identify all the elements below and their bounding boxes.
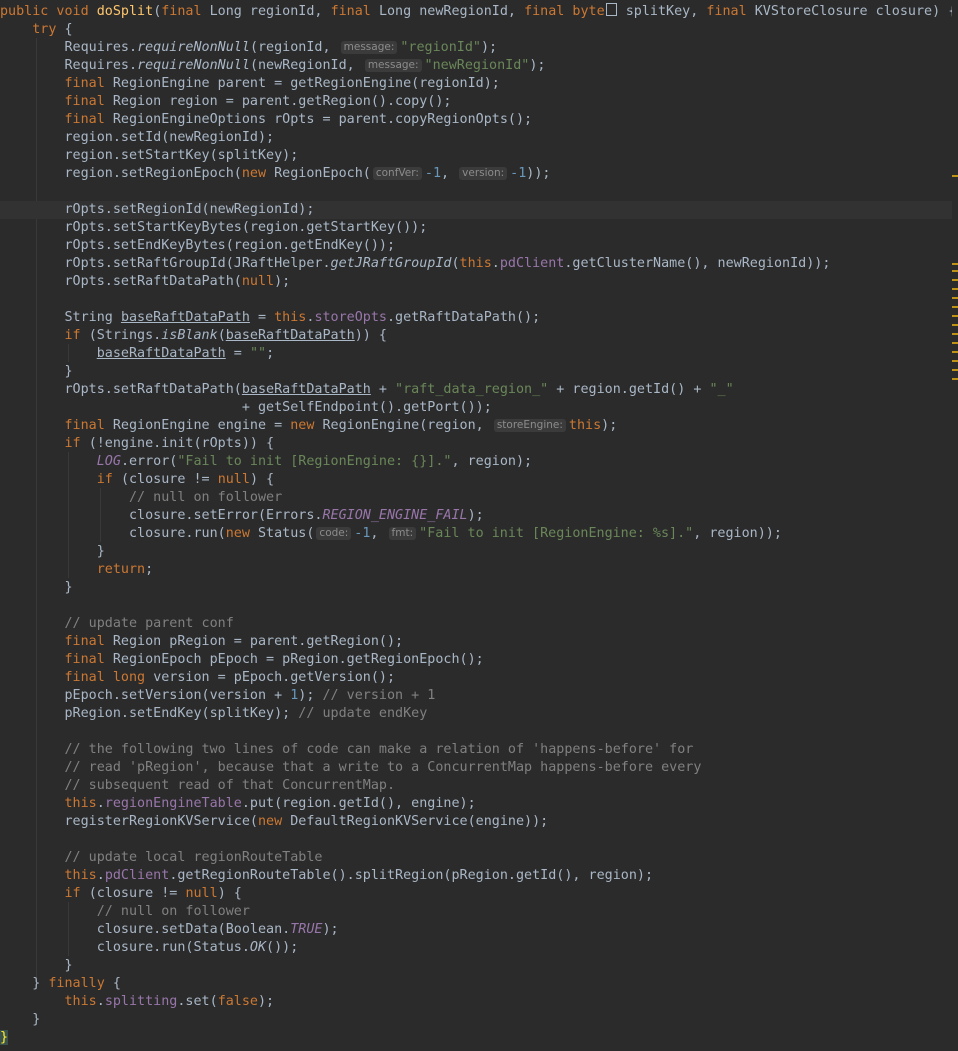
code-line[interactable]: closure.setError(Errors.REGION_ENGINE_FA…: [0, 507, 952, 525]
code-line[interactable]: + getSelfEndpoint().getPort());: [0, 399, 952, 417]
code-line[interactable]: final RegionEngine engine = new RegionEn…: [0, 417, 952, 435]
code-line[interactable]: region.setStartKey(splitKey);: [0, 147, 952, 165]
code-line[interactable]: closure.setData(Boolean.TRUE);: [0, 921, 952, 939]
parameter-hint: message:: [364, 59, 422, 72]
code-line-current[interactable]: rOpts.setRegionId(newRegionId);: [0, 201, 952, 219]
code-line[interactable]: if (closure != null) {: [0, 885, 952, 903]
code-line[interactable]: rOpts.setRaftDataPath(null);: [0, 273, 952, 291]
warning-marker[interactable]: [952, 315, 958, 317]
code-line[interactable]: // subsequent read of that ConcurrentMap…: [0, 777, 952, 795]
code-line[interactable]: pEpoch.setVersion(version + 1); // versi…: [0, 687, 952, 705]
code-line[interactable]: Requires.requireNonNull(regionId, messag…: [0, 39, 952, 57]
code-line[interactable]: this.regionEngineTable.put(region.getId(…: [0, 795, 952, 813]
parameter-hint: version:: [459, 167, 508, 180]
editor-scrollbar[interactable]: [952, 0, 958, 1051]
code-line[interactable]: String baseRaftDataPath = this.storeOpts…: [0, 309, 952, 327]
code-line[interactable]: final RegionEngineOptions rOpts = parent…: [0, 111, 952, 129]
code-line[interactable]: // read 'pRegion', because that a write …: [0, 759, 952, 777]
warning-marker[interactable]: [952, 270, 958, 272]
warning-marker[interactable]: [952, 306, 958, 308]
code-line[interactable]: try {: [0, 21, 952, 39]
warning-marker[interactable]: [952, 369, 958, 371]
code-editor[interactable]: public void doSplit(final Long regionId,…: [0, 0, 958, 1051]
code-line[interactable]: rOpts.setEndKeyBytes(region.getEndKey())…: [0, 237, 952, 255]
warning-marker[interactable]: [952, 351, 958, 353]
code-line[interactable]: // null on follower: [0, 489, 952, 507]
parameter-hint: message:: [340, 41, 398, 54]
code-line[interactable]: return;: [0, 561, 952, 579]
code-line[interactable]: // the following two lines of code can m…: [0, 741, 952, 759]
code-line[interactable]: }: [0, 957, 952, 975]
code-line[interactable]: baseRaftDataPath = "";: [0, 345, 952, 363]
code-line[interactable]: }: [0, 1011, 952, 1029]
code-line[interactable]: rOpts.setStartKeyBytes(region.getStartKe…: [0, 219, 952, 237]
code-line[interactable]: final Region region = parent.getRegion()…: [0, 93, 952, 111]
code-line[interactable]: if (!engine.init(rOpts)) {: [0, 435, 952, 453]
code-line[interactable]: if (Strings.isBlank(baseRaftDataPath)) {: [0, 327, 952, 345]
code-line[interactable]: closure.run(Status.OK());: [0, 939, 952, 957]
code-line[interactable]: final long version = pEpoch.getVersion()…: [0, 669, 952, 687]
code-line[interactable]: // null on follower: [0, 903, 952, 921]
code-line[interactable]: }: [0, 1029, 952, 1047]
code-line[interactable]: // update local regionRouteTable: [0, 849, 952, 867]
code-line[interactable]: pRegion.setEndKey(splitKey); // update e…: [0, 705, 952, 723]
warning-marker[interactable]: [952, 175, 958, 177]
warning-marker[interactable]: [952, 333, 958, 335]
code-line[interactable]: rOpts.setRaftDataPath(baseRaftDataPath +…: [0, 381, 952, 399]
code-line[interactable]: registerRegionKVService(new DefaultRegio…: [0, 813, 952, 831]
parameter-hint: storeEngine:: [493, 419, 566, 432]
code-line[interactable]: Requires.requireNonNull(newRegionId, mes…: [0, 57, 952, 75]
warning-marker[interactable]: [952, 360, 958, 362]
warning-marker[interactable]: [952, 324, 958, 326]
code-line[interactable]: }: [0, 363, 952, 381]
warning-marker[interactable]: [952, 297, 958, 299]
warning-marker[interactable]: [952, 279, 958, 281]
parameter-hint: confVer:: [372, 167, 422, 180]
code-line[interactable]: this.pdClient.getRegionRouteTable().spli…: [0, 867, 952, 885]
parameter-hint: code:: [316, 527, 352, 540]
code-line[interactable]: } finally {: [0, 975, 952, 993]
warning-marker[interactable]: [952, 378, 958, 380]
code-line[interactable]: LOG.error("Fail to init [RegionEngine: {…: [0, 453, 952, 471]
warning-marker[interactable]: [952, 263, 958, 265]
code-line[interactable]: final Region pRegion = parent.getRegion(…: [0, 633, 952, 651]
code-line[interactable]: }: [0, 579, 952, 597]
parameter-hint: fmt:: [388, 527, 417, 540]
code-line[interactable]: final RegionEngine parent = getRegionEng…: [0, 75, 952, 93]
code-line[interactable]: this.splitting.set(false);: [0, 993, 952, 1011]
code-line[interactable]: final RegionEpoch pEpoch = pRegion.getRe…: [0, 651, 952, 669]
warning-marker[interactable]: [952, 288, 958, 290]
code-line[interactable]: region.setRegionEpoch(new RegionEpoch(co…: [0, 165, 952, 183]
code-line[interactable]: public void doSplit(final Long regionId,…: [0, 3, 956, 21]
code-line[interactable]: region.setId(newRegionId);: [0, 129, 952, 147]
code-line[interactable]: rOpts.setRaftGroupId(JRaftHelper.getJRaf…: [0, 255, 952, 273]
code-line[interactable]: }: [0, 543, 952, 561]
code-line[interactable]: // update parent conf: [0, 615, 952, 633]
code-line[interactable]: closure.run(new Status(code: -1, fmt: "Fai…: [0, 525, 952, 543]
code-line[interactable]: if (closure != null) {: [0, 471, 952, 489]
warning-marker[interactable]: [952, 342, 958, 344]
